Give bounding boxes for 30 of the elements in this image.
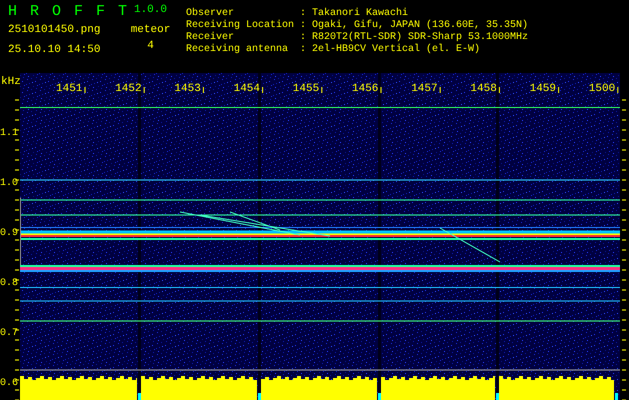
frequency-label: 0.9 [0, 228, 18, 239]
time-label: 1500 [588, 83, 616, 95]
time-label: 1455 [292, 83, 320, 95]
time-label: 1454 [234, 83, 260, 95]
field-value: : 2el-HB9CV Vertical (el. E-W) [300, 44, 480, 55]
time-label: 1451 [56, 83, 82, 95]
frequency-label: 1.1 [0, 128, 18, 139]
frequency-label: 0.6 [0, 378, 18, 389]
file-name: 2510101450.png [8, 24, 102, 36]
time-label: 1457 [411, 83, 438, 95]
date-time: 25.10.10 14:50 [8, 44, 102, 56]
field-label: Observer [186, 8, 236, 20]
time-label: 1456 [352, 83, 378, 95]
meteor-label: meteor [130, 24, 170, 36]
field-label: Receiving Location [186, 20, 296, 32]
time-label: 1453 [174, 83, 201, 95]
time-label: 1458 [470, 83, 497, 95]
time-label: 1452 [115, 83, 142, 95]
field-value: : Takanori Kawachi [300, 8, 408, 19]
field-label: Receiver [186, 32, 236, 44]
version-label: 1.0.0 [134, 4, 167, 16]
field-value: : R820T2(RTL-SDR) SDR-Sharp 53.1000MHz [300, 32, 528, 43]
field-value: : Ogaki, Gifu, JAPAN (136.60E, 35.35N) [300, 20, 528, 31]
field-label: Receiving antenna [186, 44, 290, 56]
time-label: 1459 [530, 83, 556, 95]
frequency-label: 0.8 [0, 278, 18, 289]
meteor-count: 4 [147, 40, 154, 52]
frequency-label: 0.7 [0, 328, 18, 339]
frequency-label: 1.0 [0, 178, 18, 189]
axis-unit: kHz [1, 76, 21, 88]
